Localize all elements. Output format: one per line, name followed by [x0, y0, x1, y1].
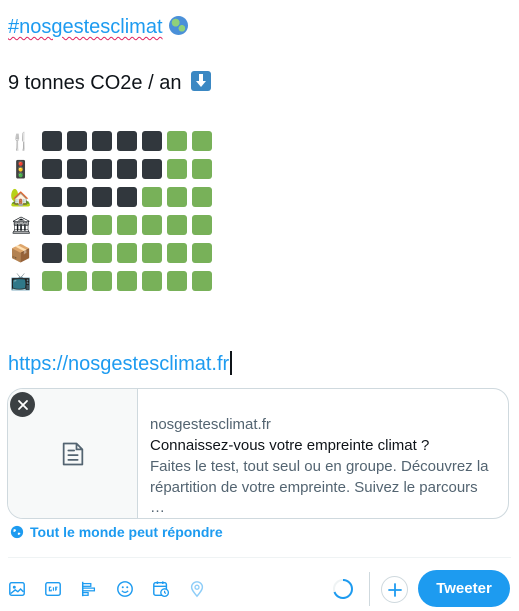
green-square — [192, 243, 212, 263]
dark-square — [67, 215, 87, 235]
dark-square — [67, 131, 87, 151]
hashtag-text[interactable]: #nosgestesclimat — [8, 16, 163, 38]
toolbar-separator — [369, 572, 370, 606]
footprint-row: 🚦 — [10, 155, 217, 183]
green-square — [167, 271, 187, 291]
green-square — [142, 271, 162, 291]
green-square — [117, 243, 137, 263]
green-square — [167, 187, 187, 207]
dark-square — [42, 243, 62, 263]
green-square — [142, 215, 162, 235]
poll-button[interactable] — [78, 578, 100, 600]
footprint-row: 🏡 — [10, 183, 217, 211]
green-square — [117, 271, 137, 291]
dark-square — [92, 131, 112, 151]
green-square — [142, 243, 162, 263]
green-square — [192, 187, 212, 207]
green-square — [92, 271, 112, 291]
green-square — [167, 215, 187, 235]
character-count-ring-icon — [333, 579, 353, 599]
footprint-row: 🏛 — [10, 211, 217, 239]
dark-square — [67, 187, 87, 207]
poll-icon — [81, 581, 96, 597]
green-square — [192, 131, 212, 151]
green-square — [67, 243, 87, 263]
house-icon: 🏡 — [10, 187, 32, 207]
footprint-row: 🍴 — [10, 127, 217, 155]
card-description-line1: Faites le test, tout seul ou en groupe. … — [150, 458, 489, 475]
dark-square — [117, 131, 137, 151]
dark-square — [42, 159, 62, 179]
url-text[interactable]: https://nosgestesclimat.fr — [8, 353, 229, 375]
green-square — [142, 187, 162, 207]
tweet-button[interactable]: Tweeter — [418, 570, 510, 607]
down-arrow-button-icon — [191, 71, 212, 91]
green-square — [192, 215, 212, 235]
add-tweet-button[interactable] — [381, 576, 408, 603]
dark-square — [42, 187, 62, 207]
image-button[interactable] — [6, 578, 28, 600]
dark-square — [117, 159, 137, 179]
location-icon — [190, 581, 204, 598]
green-square — [92, 243, 112, 263]
emoji-icon — [117, 581, 133, 597]
television-icon: 📺 — [10, 271, 32, 291]
package-icon: 📦 — [10, 243, 32, 263]
dark-square — [42, 131, 62, 151]
document-icon — [62, 442, 83, 465]
card-domain: nosgestesclimat.fr — [150, 416, 271, 433]
dark-square — [42, 215, 62, 235]
green-square — [167, 243, 187, 263]
gif-icon — [45, 581, 61, 597]
classical-building-icon: 🏛 — [10, 215, 32, 235]
dark-square — [92, 187, 112, 207]
image-icon — [9, 581, 25, 597]
location-button[interactable] — [186, 578, 208, 600]
card-title: Connaissez-vous votre empreinte climat ? — [150, 437, 430, 454]
emoji-button[interactable] — [114, 578, 136, 600]
card-body: nosgestesclimat.fr Connaissez-vous votre… — [138, 389, 508, 518]
globe-icon — [10, 525, 24, 539]
gif-button[interactable] — [42, 578, 64, 600]
url-line[interactable]: https://nosgestesclimat.fr — [8, 351, 233, 376]
plus-icon — [387, 582, 402, 597]
fork-and-knife-icon: 🍴 — [10, 131, 32, 151]
reply-setting-label: Tout le monde peut répondre — [30, 524, 223, 540]
dark-square — [117, 187, 137, 207]
schedule-button[interactable] — [150, 578, 172, 600]
green-square — [167, 131, 187, 151]
dark-square — [142, 159, 162, 179]
green-square — [192, 159, 212, 179]
card-description-line2: répartition de votre empreinte. Suivez l… — [150, 479, 478, 516]
footprint-row: 📦 — [10, 239, 217, 267]
footprint-total-line: 9 tonnes CO2e / an — [8, 71, 212, 95]
green-square — [67, 271, 87, 291]
divider — [8, 557, 511, 558]
footprint-total-text: 9 tonnes CO2e / an — [8, 72, 182, 94]
footprint-grid: 🍴 🚦 🏡 🏛 📦 📺 — [10, 127, 217, 295]
green-square — [117, 215, 137, 235]
earth-globe-icon — [168, 16, 188, 35]
dark-square — [142, 131, 162, 151]
green-square — [42, 271, 62, 291]
dark-square — [92, 159, 112, 179]
green-square — [192, 271, 212, 291]
traffic-light-icon: 🚦 — [10, 159, 32, 179]
text-cursor — [230, 351, 233, 375]
reply-setting-button[interactable]: Tout le monde peut répondre — [10, 524, 223, 540]
link-preview-card[interactable]: nosgestesclimat.fr Connaissez-vous votre… — [7, 388, 509, 519]
dark-square — [67, 159, 87, 179]
close-icon — [17, 399, 28, 410]
green-square — [92, 215, 112, 235]
green-square — [167, 159, 187, 179]
remove-card-button[interactable] — [10, 392, 35, 417]
footprint-row: 📺 — [10, 267, 217, 295]
hashtag-line[interactable]: #nosgestesclimat — [8, 15, 188, 39]
schedule-icon — [153, 581, 170, 598]
